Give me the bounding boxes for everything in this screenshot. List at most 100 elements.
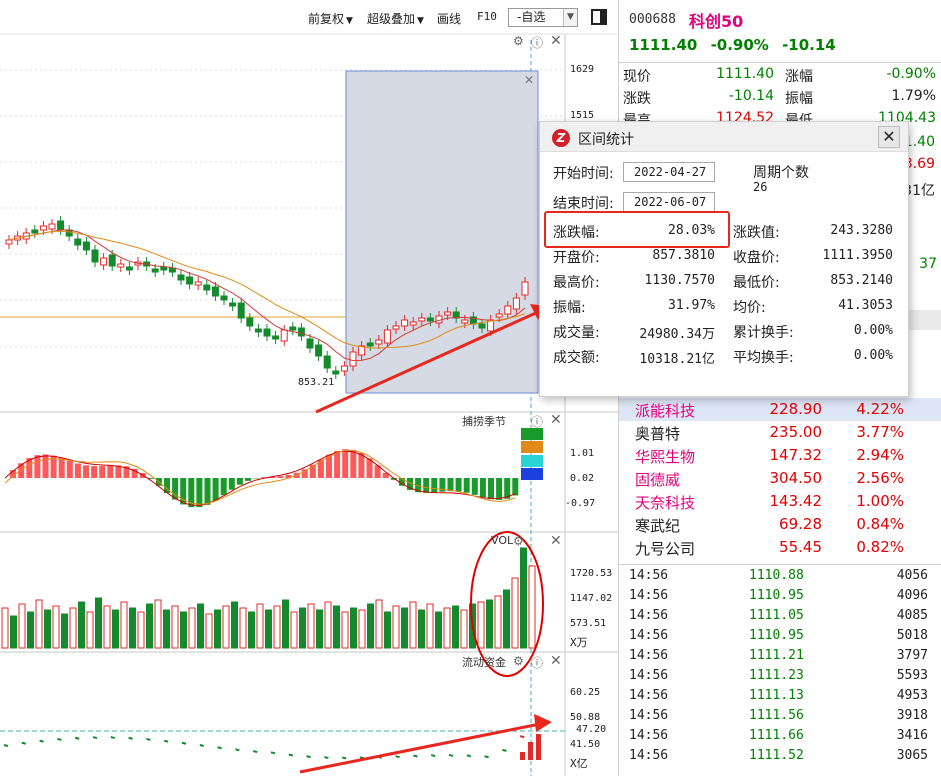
tick-price: 1111.56	[749, 708, 804, 723]
flow-bar	[520, 752, 525, 760]
volume-bar	[154, 599, 162, 649]
flow-mark	[199, 744, 205, 747]
flow-axis-label: 41.50	[570, 739, 601, 750]
price-axis-label: 1515	[570, 110, 595, 121]
signal-block	[521, 455, 543, 467]
kline-chart-area[interactable]	[0, 0, 618, 776]
volume-bar	[137, 611, 145, 649]
stat-value: -0.90%	[886, 66, 936, 82]
candle	[160, 266, 168, 271]
indicator-line	[4, 450, 516, 506]
stat-value: 10318.21亿	[639, 352, 715, 367]
indicator-bar	[42, 454, 49, 478]
close-icon[interactable]: ✕	[550, 412, 562, 428]
volume-bar	[256, 603, 264, 649]
volume-bar	[27, 611, 34, 649]
tick-row: 14:56 1111.56 3918	[619, 706, 941, 726]
volume-bar	[350, 607, 357, 649]
settings-icon[interactable]: ⚙	[513, 534, 524, 548]
draw-line-button[interactable]: 画线	[437, 10, 461, 27]
f10-button[interactable]: F10	[477, 10, 497, 23]
candle	[272, 335, 280, 340]
volume-bar	[307, 603, 315, 649]
volume-bar	[460, 609, 468, 649]
restore-rights-menu[interactable]: 前复权 ▼	[308, 10, 353, 27]
panel-toggle-icon[interactable]	[591, 9, 607, 25]
indicator-bar	[83, 465, 89, 478]
super-overlay-menu[interactable]: 超级叠加 ▼	[367, 10, 424, 27]
candle	[5, 239, 13, 245]
help-icon[interactable]: ⓘ	[531, 34, 543, 51]
close-icon[interactable]: ✕	[550, 33, 562, 49]
close-icon[interactable]: ✕	[550, 533, 562, 549]
candle	[332, 370, 340, 375]
volume-bar	[10, 615, 17, 649]
stat-value: 1130.7570	[644, 273, 715, 288]
flow-unit: X亿	[570, 757, 588, 770]
price-axis-label: 1629	[570, 64, 595, 75]
indicator-bar	[115, 465, 122, 478]
indicator-bar	[107, 465, 114, 478]
indicator-series	[4, 428, 543, 508]
volume-bar	[341, 611, 349, 649]
tick-volume: 4096	[896, 588, 928, 603]
stat-label: 涨幅	[785, 69, 813, 85]
volume-bar	[333, 605, 340, 649]
flow-axis-label: 60.25	[570, 687, 601, 698]
help-icon[interactable]: ⓘ	[531, 654, 543, 671]
candle	[401, 319, 409, 327]
volume-bar	[265, 609, 272, 649]
candle	[521, 281, 529, 296]
watchlist-dropdown[interactable]: -自选 ▼	[508, 8, 578, 27]
candle	[426, 317, 434, 322]
indicator-bar	[212, 478, 219, 501]
flow-mark	[448, 753, 454, 757]
end-date-field[interactable]: 2022-06-07	[623, 192, 715, 212]
constituent-row[interactable]: 派能科技 228.90 4.22%	[619, 398, 941, 421]
candle	[203, 284, 211, 291]
start-date-field[interactable]: 2022-04-27	[623, 162, 715, 182]
constituent-row[interactable]: 奥普特 235.00 3.77%	[619, 421, 941, 444]
flow-mark	[502, 748, 507, 752]
volume-bar	[222, 605, 230, 649]
candle	[289, 326, 297, 331]
constituent-row[interactable]: 天奈科技 143.42 1.00%	[619, 490, 941, 513]
candle	[366, 342, 374, 347]
stat-label: 平均换手:	[733, 350, 794, 366]
stat-value: 243.3280	[830, 223, 893, 238]
stat-value: 24980.34万	[639, 327, 715, 342]
candle	[57, 220, 65, 231]
candle	[349, 351, 357, 367]
tick-time: 14:56	[629, 608, 669, 623]
flow-mark	[92, 736, 98, 740]
candle	[418, 317, 426, 322]
constituent-row[interactable]: 固德威 304.50 2.56%	[619, 467, 941, 490]
indicator-bar	[447, 478, 454, 492]
index-name[interactable]: 科创50	[689, 8, 743, 32]
constituent-row[interactable]: 华熙生物 147.32 2.94%	[619, 444, 941, 467]
constituent-row[interactable]: 九号公司 55.45 0.82%	[619, 536, 941, 559]
help-icon[interactable]: ⓘ	[531, 413, 543, 430]
close-selection-icon[interactable]: ✕	[524, 73, 534, 87]
volume-bar	[409, 601, 417, 649]
constituent-row[interactable]: 寒武纪 69.28 0.84%	[619, 513, 941, 536]
settings-icon[interactable]: ⚙	[513, 34, 524, 48]
indicator-bar	[204, 478, 211, 505]
end-time-label: 结束时间:	[553, 196, 614, 212]
volume-bar	[358, 609, 366, 649]
tick-volume: 3797	[896, 648, 928, 663]
constituent-change: 0.84%	[856, 515, 904, 533]
volume-bar	[188, 607, 196, 649]
indicator-bar	[301, 469, 308, 478]
volume-bar	[103, 605, 111, 649]
close-icon[interactable]: ✕	[550, 653, 562, 669]
constituent-name: 天奈科技	[635, 494, 696, 512]
tick-row: 14:56 1111.52 3065	[619, 746, 941, 766]
chart-toolbar: 前复权 ▼ 超级叠加 ▼ 画线 F10 -自选 ▼	[0, 0, 618, 34]
flow-mark	[235, 748, 240, 752]
interval-selection-box	[345, 70, 539, 394]
constituent-price: 304.50	[769, 469, 823, 487]
settings-icon[interactable]: ⚙	[513, 654, 524, 668]
close-icon[interactable]: ✕	[878, 126, 900, 148]
indicator-bar	[488, 478, 494, 500]
